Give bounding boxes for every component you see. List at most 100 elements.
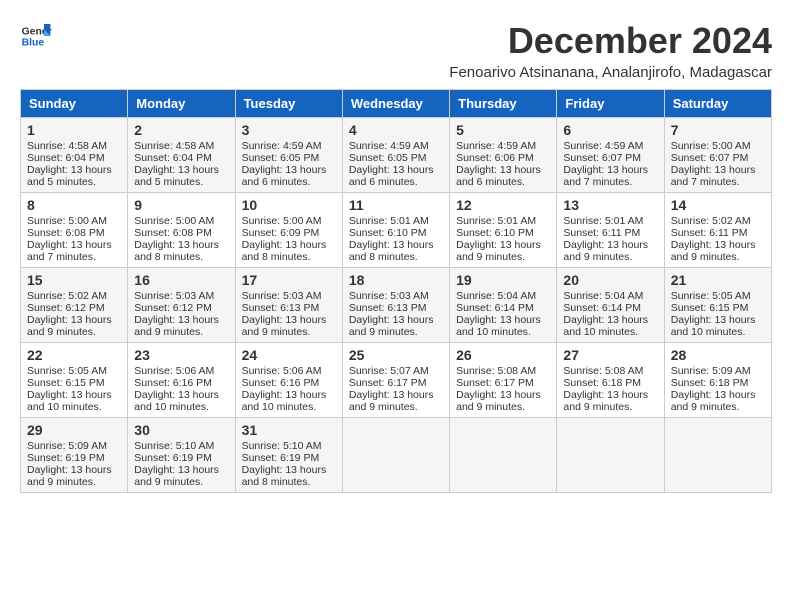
header-tuesday: Tuesday bbox=[235, 90, 342, 118]
day-number: 14 bbox=[671, 197, 765, 213]
day-cell-23: 23 Sunrise: 5:06 AM Sunset: 6:16 PM Dayl… bbox=[128, 343, 235, 418]
location-title: Fenoarivo Atsinanana, Analanjirofo, Mada… bbox=[449, 64, 772, 81]
day-cell-8: 8 Sunrise: 5:00 AM Sunset: 6:08 PM Dayli… bbox=[21, 193, 128, 268]
day-cell-6: 6 Sunrise: 4:59 AM Sunset: 6:07 PM Dayli… bbox=[557, 118, 664, 193]
sunset-label: Sunset: 6:12 PM bbox=[27, 302, 105, 314]
day-number: 15 bbox=[27, 272, 121, 288]
day-number: 4 bbox=[349, 122, 443, 138]
day-number: 17 bbox=[242, 272, 336, 288]
day-number: 7 bbox=[671, 122, 765, 138]
daylight-label: Daylight: 13 hours and 10 minutes. bbox=[563, 314, 648, 338]
sunrise-label: Sunrise: 5:03 AM bbox=[134, 290, 214, 302]
daylight-label: Daylight: 13 hours and 7 minutes. bbox=[563, 164, 648, 188]
daylight-label: Daylight: 13 hours and 9 minutes. bbox=[671, 239, 756, 263]
header-monday: Monday bbox=[128, 90, 235, 118]
header-friday: Friday bbox=[557, 90, 664, 118]
sunset-label: Sunset: 6:11 PM bbox=[671, 227, 748, 239]
daylight-label: Daylight: 13 hours and 10 minutes. bbox=[456, 314, 541, 338]
day-number: 22 bbox=[27, 347, 121, 363]
sunset-label: Sunset: 6:15 PM bbox=[27, 377, 105, 389]
day-cell-13: 13 Sunrise: 5:01 AM Sunset: 6:11 PM Dayl… bbox=[557, 193, 664, 268]
daylight-label: Daylight: 13 hours and 6 minutes. bbox=[456, 164, 541, 188]
sunrise-label: Sunrise: 5:00 AM bbox=[671, 140, 751, 152]
day-cell-9: 9 Sunrise: 5:00 AM Sunset: 6:08 PM Dayli… bbox=[128, 193, 235, 268]
sunset-label: Sunset: 6:07 PM bbox=[671, 152, 749, 164]
day-number: 5 bbox=[456, 122, 550, 138]
day-number: 30 bbox=[134, 422, 228, 438]
daylight-label: Daylight: 13 hours and 6 minutes. bbox=[349, 164, 434, 188]
sunset-label: Sunset: 6:16 PM bbox=[242, 377, 320, 389]
day-cell-12: 12 Sunrise: 5:01 AM Sunset: 6:10 PM Dayl… bbox=[450, 193, 557, 268]
daylight-label: Daylight: 13 hours and 9 minutes. bbox=[456, 239, 541, 263]
day-cell-28: 28 Sunrise: 5:09 AM Sunset: 6:18 PM Dayl… bbox=[664, 343, 771, 418]
day-number: 6 bbox=[563, 122, 657, 138]
daylight-label: Daylight: 13 hours and 6 minutes. bbox=[242, 164, 327, 188]
day-cell-26: 26 Sunrise: 5:08 AM Sunset: 6:17 PM Dayl… bbox=[450, 343, 557, 418]
calendar-week-row: 8 Sunrise: 5:00 AM Sunset: 6:08 PM Dayli… bbox=[21, 193, 772, 268]
day-cell-5: 5 Sunrise: 4:59 AM Sunset: 6:06 PM Dayli… bbox=[450, 118, 557, 193]
sunrise-label: Sunrise: 4:58 AM bbox=[134, 140, 214, 152]
sunset-label: Sunset: 6:05 PM bbox=[242, 152, 320, 164]
day-number: 16 bbox=[134, 272, 228, 288]
day-number: 12 bbox=[456, 197, 550, 213]
daylight-label: Daylight: 13 hours and 10 minutes. bbox=[242, 389, 327, 413]
sunrise-label: Sunrise: 5:00 AM bbox=[27, 215, 107, 227]
sunset-label: Sunset: 6:18 PM bbox=[671, 377, 749, 389]
weekday-header-row: Sunday Monday Tuesday Wednesday Thursday… bbox=[21, 90, 772, 118]
sunset-label: Sunset: 6:14 PM bbox=[456, 302, 534, 314]
sunset-label: Sunset: 6:12 PM bbox=[134, 302, 212, 314]
sunrise-label: Sunrise: 5:01 AM bbox=[563, 215, 643, 227]
daylight-label: Daylight: 13 hours and 8 minutes. bbox=[349, 239, 434, 263]
day-number: 26 bbox=[456, 347, 550, 363]
daylight-label: Daylight: 13 hours and 9 minutes. bbox=[27, 464, 112, 488]
day-number: 31 bbox=[242, 422, 336, 438]
daylight-label: Daylight: 13 hours and 9 minutes. bbox=[563, 389, 648, 413]
day-cell-16: 16 Sunrise: 5:03 AM Sunset: 6:12 PM Dayl… bbox=[128, 268, 235, 343]
sunset-label: Sunset: 6:10 PM bbox=[456, 227, 534, 239]
daylight-label: Daylight: 13 hours and 9 minutes. bbox=[349, 389, 434, 413]
sunrise-label: Sunrise: 5:02 AM bbox=[671, 215, 751, 227]
sunset-label: Sunset: 6:19 PM bbox=[242, 452, 320, 464]
day-cell-10: 10 Sunrise: 5:00 AM Sunset: 6:09 PM Dayl… bbox=[235, 193, 342, 268]
sunset-label: Sunset: 6:04 PM bbox=[134, 152, 212, 164]
calendar-week-row: 29 Sunrise: 5:09 AM Sunset: 6:19 PM Dayl… bbox=[21, 418, 772, 493]
sunset-label: Sunset: 6:13 PM bbox=[242, 302, 320, 314]
day-cell-30: 30 Sunrise: 5:10 AM Sunset: 6:19 PM Dayl… bbox=[128, 418, 235, 493]
day-number: 24 bbox=[242, 347, 336, 363]
day-cell-14: 14 Sunrise: 5:02 AM Sunset: 6:11 PM Dayl… bbox=[664, 193, 771, 268]
sunrise-label: Sunrise: 5:10 AM bbox=[242, 440, 322, 452]
day-cell-17: 17 Sunrise: 5:03 AM Sunset: 6:13 PM Dayl… bbox=[235, 268, 342, 343]
day-cell-7: 7 Sunrise: 5:00 AM Sunset: 6:07 PM Dayli… bbox=[664, 118, 771, 193]
daylight-label: Daylight: 13 hours and 10 minutes. bbox=[27, 389, 112, 413]
daylight-label: Daylight: 13 hours and 8 minutes. bbox=[134, 239, 219, 263]
day-cell-25: 25 Sunrise: 5:07 AM Sunset: 6:17 PM Dayl… bbox=[342, 343, 449, 418]
sunset-label: Sunset: 6:06 PM bbox=[456, 152, 534, 164]
sunset-label: Sunset: 6:17 PM bbox=[349, 377, 427, 389]
day-cell-31: 31 Sunrise: 5:10 AM Sunset: 6:19 PM Dayl… bbox=[235, 418, 342, 493]
logo-icon: General Blue bbox=[20, 20, 52, 52]
day-number: 10 bbox=[242, 197, 336, 213]
header-thursday: Thursday bbox=[450, 90, 557, 118]
sunrise-label: Sunrise: 5:06 AM bbox=[134, 365, 214, 377]
sunrise-label: Sunrise: 4:59 AM bbox=[563, 140, 643, 152]
daylight-label: Daylight: 13 hours and 8 minutes. bbox=[242, 464, 327, 488]
daylight-label: Daylight: 13 hours and 7 minutes. bbox=[27, 239, 112, 263]
logo: General Blue bbox=[20, 20, 52, 52]
day-number: 13 bbox=[563, 197, 657, 213]
day-number: 20 bbox=[563, 272, 657, 288]
sunset-label: Sunset: 6:10 PM bbox=[349, 227, 427, 239]
sunrise-label: Sunrise: 5:04 AM bbox=[563, 290, 643, 302]
sunrise-label: Sunrise: 5:10 AM bbox=[134, 440, 214, 452]
sunset-label: Sunset: 6:09 PM bbox=[242, 227, 320, 239]
calendar-table: Sunday Monday Tuesday Wednesday Thursday… bbox=[20, 89, 772, 493]
header-wednesday: Wednesday bbox=[342, 90, 449, 118]
day-number: 27 bbox=[563, 347, 657, 363]
sunset-label: Sunset: 6:11 PM bbox=[563, 227, 640, 239]
sunrise-label: Sunrise: 4:58 AM bbox=[27, 140, 107, 152]
sunset-label: Sunset: 6:14 PM bbox=[563, 302, 641, 314]
daylight-label: Daylight: 13 hours and 9 minutes. bbox=[349, 314, 434, 338]
calendar-week-row: 15 Sunrise: 5:02 AM Sunset: 6:12 PM Dayl… bbox=[21, 268, 772, 343]
sunrise-label: Sunrise: 5:02 AM bbox=[27, 290, 107, 302]
sunrise-label: Sunrise: 5:08 AM bbox=[456, 365, 536, 377]
sunrise-label: Sunrise: 4:59 AM bbox=[242, 140, 322, 152]
